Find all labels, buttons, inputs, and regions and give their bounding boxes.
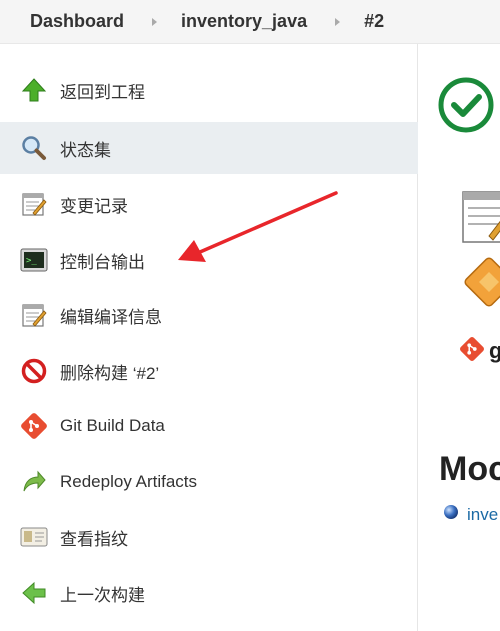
sidebar-item-label: Git Build Data (60, 416, 165, 435)
magnifier-icon (20, 134, 48, 162)
sidebar-item-fingerprints[interactable]: 查看指纹 (0, 511, 418, 563)
sidebar-item-status[interactable]: 状态集 (0, 122, 418, 174)
sidebar: 返回到工程 状态集 变更记录 >_ 控制台输出 编辑编译信息 删除构建 ‘#2’ (0, 44, 418, 631)
module-link-label: inve (467, 504, 499, 524)
breadcrumb-separator-icon (152, 17, 158, 26)
sidebar-item-edit-build-info[interactable]: 编辑编译信息 (0, 289, 418, 341)
sidebar-item-label: 控制台输出 (60, 252, 145, 272)
fingerprint-icon (20, 523, 48, 551)
git-fragment-text: g (489, 338, 500, 363)
git-icon (20, 412, 48, 440)
module-link[interactable]: inve (443, 504, 498, 525)
sidebar-item-label: 编辑编译信息 (60, 307, 162, 327)
breadcrumb-separator-icon (335, 17, 341, 26)
section-heading: Moc (439, 450, 500, 488)
notepad-icon (20, 301, 48, 329)
left-arrow-icon (20, 579, 48, 607)
sidebar-item-label: 状态集 (60, 140, 111, 160)
svg-text:>_: >_ (26, 256, 37, 266)
module-ball-icon (443, 504, 459, 525)
sidebar-item-label: 删除构建 ‘#2’ (60, 363, 160, 383)
terminal-icon: >_ (20, 246, 48, 274)
sidebar-item-label: 上一次构建 (60, 585, 145, 605)
sidebar-item-changes[interactable]: 变更记录 (0, 178, 418, 230)
breadcrumb-build[interactable]: #2 (364, 11, 384, 32)
sidebar-item-git-build-data[interactable]: Git Build Data (0, 400, 418, 452)
sidebar-item-label: 返回到工程 (60, 82, 145, 102)
sidebar-item-console-output[interactable]: >_ 控制台输出 (0, 234, 418, 286)
no-entry-icon (20, 357, 48, 385)
sidebar-item-delete-build[interactable]: 删除构建 ‘#2’ (0, 345, 418, 397)
sidebar-item-label: 查看指纹 (60, 529, 128, 549)
success-check-icon (437, 76, 495, 139)
up-arrow-icon (20, 76, 48, 104)
redeploy-icon (20, 468, 48, 496)
breadcrumb-dashboard[interactable]: Dashboard (30, 11, 124, 32)
breadcrumb: Dashboard inventory_java #2 (0, 0, 500, 44)
package-icon (463, 256, 500, 317)
sidebar-item-back-to-project[interactable]: 返回到工程 (0, 64, 418, 116)
sidebar-item-previous-build[interactable]: 上一次构建 (0, 567, 418, 619)
git-icon (459, 336, 485, 367)
notepad-icon (461, 188, 500, 249)
sidebar-item-label: Redeploy Artifacts (60, 472, 198, 491)
sidebar-item-redeploy-artifacts[interactable]: Redeploy Artifacts (0, 456, 418, 508)
notepad-icon (20, 190, 48, 218)
main-content: g Moc inve (419, 44, 500, 631)
breadcrumb-job[interactable]: inventory_java (181, 11, 307, 32)
sidebar-item-label: 变更记录 (60, 196, 128, 216)
